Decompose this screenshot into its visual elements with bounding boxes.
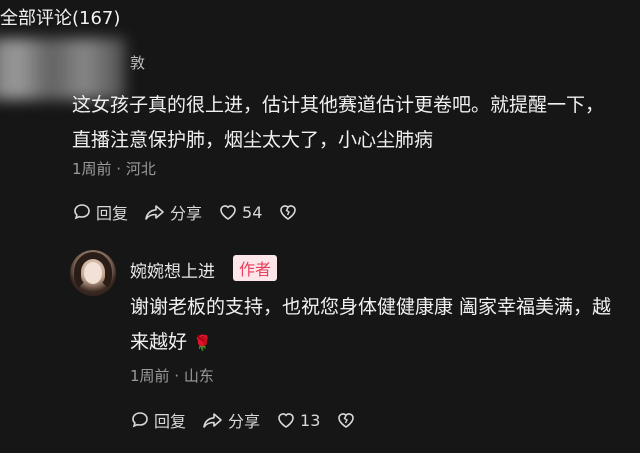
comment-text: 这女孩子真的很上进，估计其他赛道估计更卷吧。就提醒一下，直播注意保护肺，烟尘太大… — [72, 94, 605, 151]
reply-button[interactable]: 回复 — [72, 200, 128, 224]
comment-actions: 回复 分享 54 — [72, 200, 318, 224]
like-count: 54 — [242, 202, 263, 222]
comments-header: 全部评论(167) — [0, 8, 121, 29]
author-badge: 作者 — [233, 255, 278, 281]
reply-label: 回复 — [96, 204, 129, 223]
share-button[interactable]: 分享 — [144, 200, 202, 224]
reply-meta: 1周前 · 山东 — [130, 367, 214, 385]
reply-dislike-button[interactable] — [336, 410, 360, 430]
dislike-button[interactable] — [278, 202, 302, 222]
rose-icon: 🌹 — [193, 334, 212, 352]
speech-bubble-icon — [74, 204, 90, 220]
like-button[interactable]: 54 — [218, 202, 262, 222]
broken-heart-icon — [338, 413, 355, 428]
share-arrow-icon — [145, 205, 164, 220]
share-label: 分享 — [170, 204, 203, 223]
reply-text: 谢谢老板的支持，也祝您身体健健康康 阖家幸福美满，越来越好 🌹 — [130, 290, 620, 361]
reply-reply-button[interactable]: 回复 — [130, 408, 186, 432]
author-avatar[interactable] — [70, 250, 116, 296]
reply-like-button[interactable]: 13 — [276, 410, 320, 430]
speech-bubble-icon — [132, 412, 148, 428]
reply-like-count: 13 — [300, 410, 321, 430]
heart-icon — [278, 413, 294, 428]
reply-reply-label: 回复 — [154, 412, 187, 431]
reply-share-button[interactable]: 分享 — [202, 408, 260, 432]
reply-username[interactable]: 婉婉想上进 — [130, 257, 215, 282]
heart-icon — [220, 205, 236, 220]
reply-share-label: 分享 — [228, 412, 261, 431]
commenter-username[interactable]: 敦 — [130, 52, 145, 73]
broken-heart-icon — [280, 205, 297, 220]
comment-meta: 1周前 · 河北 — [72, 160, 156, 178]
reply-actions: 回复 分享 13 — [130, 408, 376, 432]
share-arrow-icon — [203, 413, 222, 428]
